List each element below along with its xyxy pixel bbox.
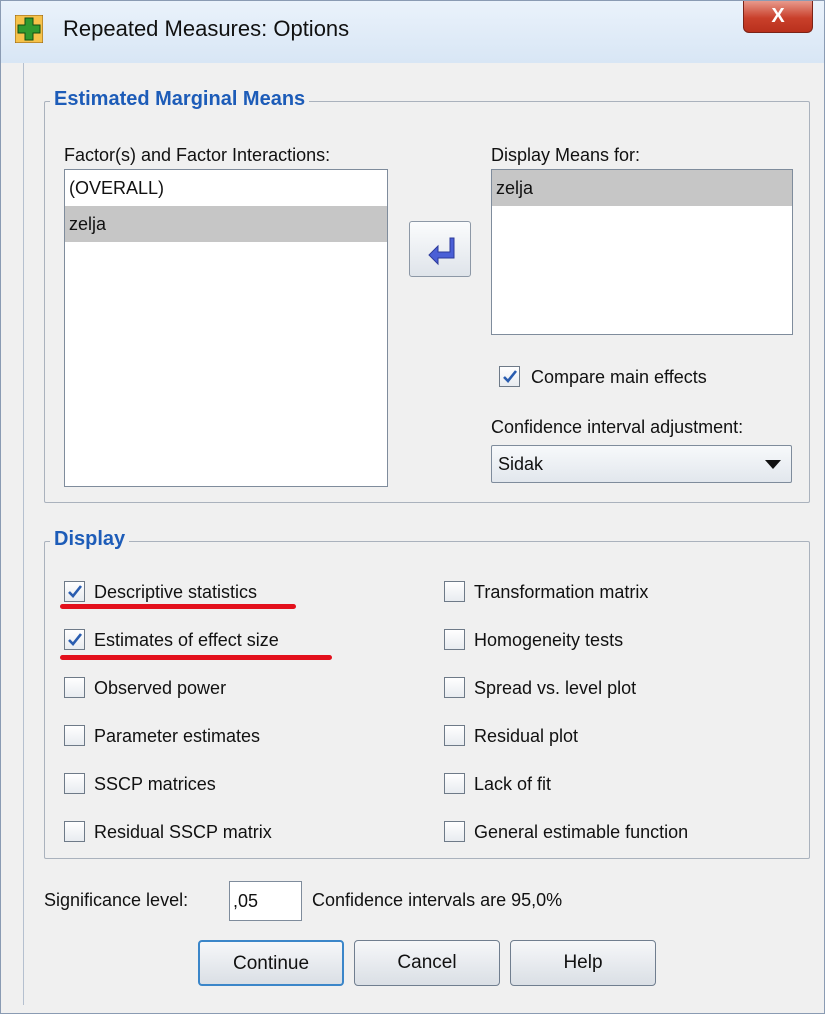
list-item[interactable]: zelja [492, 170, 792, 206]
parameter-estimates-checkbox[interactable] [64, 725, 85, 746]
red-annotation-underline [60, 655, 332, 660]
list-item[interactable]: zelja [65, 206, 387, 242]
close-icon: X [771, 5, 785, 27]
compare-main-effects-label: Compare main effects [531, 367, 707, 387]
display-legend: Display [50, 528, 130, 551]
move-button[interactable] [409, 221, 471, 277]
close-button[interactable]: X [743, 1, 813, 33]
checkmark-icon [68, 585, 83, 598]
red-annotation-underline [60, 604, 296, 609]
emm-legend: Estimated Marginal Means [50, 88, 310, 111]
display-means-label: Display Means for: [491, 145, 641, 165]
effect-size-checkbox[interactable] [64, 629, 85, 650]
sscp-matrices-checkbox[interactable] [64, 773, 85, 794]
descriptive-statistics-label: Descriptive statistics [94, 582, 258, 602]
descriptive-statistics-checkbox[interactable] [64, 581, 85, 602]
chevron-down-icon [765, 460, 781, 469]
ci-adjustment-label: Confidence interval adjustment: [491, 417, 744, 437]
window-title: Repeated Measures: Options [63, 16, 350, 41]
list-item[interactable]: (OVERALL) [65, 170, 387, 206]
app-icon [15, 15, 43, 43]
cancel-button[interactable]: Cancel [354, 940, 500, 986]
lack-of-fit-label: Lack of fit [474, 774, 552, 794]
options-dialog: Repeated Measures: Options X Estimated M… [0, 0, 825, 1014]
ci-adjustment-value: Sidak [498, 454, 544, 474]
dialog-body: Estimated Marginal Means Factor(s) and F… [23, 63, 824, 1005]
continue-button[interactable]: Continue [198, 940, 344, 986]
transformation-matrix-label: Transformation matrix [474, 582, 649, 602]
observed-power-label: Observed power [94, 678, 227, 698]
title-bar: Repeated Measures: Options X [1, 1, 824, 63]
residual-plot-label: Residual plot [474, 726, 579, 746]
display-means-listbox[interactable]: zelja [491, 169, 793, 335]
transformation-matrix-checkbox[interactable] [444, 581, 465, 602]
sscp-matrices-label: SSCP matrices [94, 774, 216, 794]
significance-level-input[interactable]: ,05 [229, 881, 302, 921]
compare-main-effects-checkbox[interactable] [499, 366, 520, 387]
spread-level-plot-checkbox[interactable] [444, 677, 465, 698]
homogeneity-tests-label: Homogeneity tests [474, 630, 624, 650]
general-estimable-function-checkbox[interactable] [444, 821, 465, 842]
observed-power-checkbox[interactable] [64, 677, 85, 698]
factors-label: Factor(s) and Factor Interactions: [64, 145, 331, 165]
confidence-intervals-text: Confidence intervals are 95,0% [312, 890, 563, 910]
significance-level-label: Significance level: [44, 890, 189, 910]
effect-size-label: Estimates of effect size [94, 630, 279, 650]
parameter-estimates-label: Parameter estimates [94, 726, 261, 746]
factors-listbox[interactable]: (OVERALL) zelja [64, 169, 388, 487]
ci-adjustment-select[interactable]: Sidak [491, 445, 792, 483]
residual-sscp-label: Residual SSCP matrix [94, 822, 272, 842]
general-estimable-function-label: General estimable function [474, 822, 689, 842]
residual-plot-checkbox[interactable] [444, 725, 465, 746]
checkmark-icon [68, 633, 83, 646]
lack-of-fit-checkbox[interactable] [444, 773, 465, 794]
move-left-arrow-icon [428, 237, 455, 266]
checkmark-icon [503, 370, 518, 383]
homogeneity-tests-checkbox[interactable] [444, 629, 465, 650]
help-button[interactable]: Help [510, 940, 656, 986]
spread-level-plot-label: Spread vs. level plot [474, 678, 637, 698]
residual-sscp-checkbox[interactable] [64, 821, 85, 842]
